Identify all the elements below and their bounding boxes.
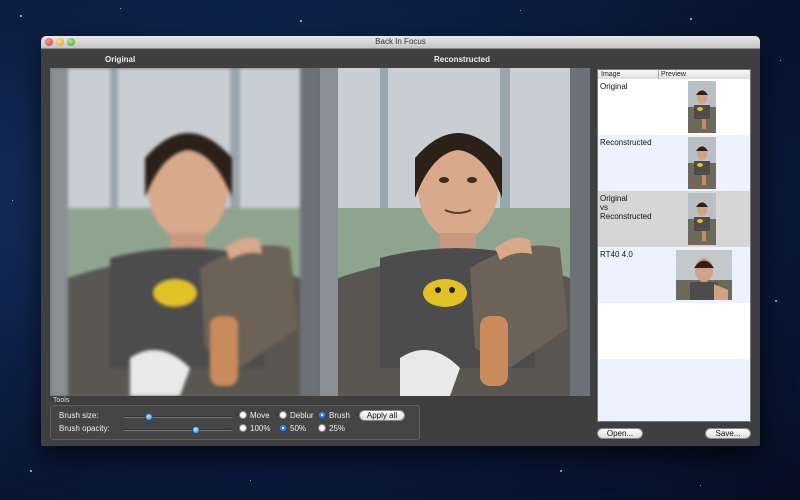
list-item[interactable]: RT40 4.0 bbox=[598, 247, 750, 303]
list-item-selected[interactable]: Original vs Reconstructed bbox=[598, 191, 750, 247]
image-column-header[interactable]: Image bbox=[601, 70, 620, 79]
tools-section-label: Tools bbox=[53, 397, 70, 404]
list-item-label: Original bbox=[600, 82, 628, 91]
reconstructed-photo bbox=[320, 68, 590, 396]
original-panel-title: Original bbox=[105, 55, 136, 64]
brush-size-slider[interactable] bbox=[123, 413, 233, 421]
mode-deblur-radio[interactable] bbox=[279, 411, 287, 419]
preview-thumbnail bbox=[688, 193, 716, 245]
image-list: Image Preview Original Reconstructed Ori… bbox=[597, 69, 751, 422]
reconstructed-panel-title: Reconstructed bbox=[434, 55, 491, 64]
preview-column-header[interactable]: Preview bbox=[658, 70, 686, 79]
mode-move-label: Move bbox=[250, 411, 270, 420]
title-bar: Back In Focus bbox=[41, 36, 760, 49]
list-item-label: Original vs Reconstructed bbox=[600, 194, 652, 221]
window-title: Back In Focus bbox=[375, 37, 426, 46]
brush-opacity-slider[interactable] bbox=[123, 426, 233, 434]
mode-move-radio[interactable] bbox=[239, 411, 247, 419]
brush-size-label: Brush size: bbox=[59, 411, 99, 420]
minimize-window-button[interactable] bbox=[56, 38, 64, 46]
opacity-50-radio[interactable] bbox=[279, 424, 287, 432]
mode-brush-radio[interactable] bbox=[318, 411, 326, 419]
open-button[interactable]: Open... bbox=[597, 428, 643, 439]
original-photo bbox=[50, 68, 320, 396]
opacity-25-label: 25% bbox=[329, 424, 346, 433]
list-empty-row bbox=[598, 303, 750, 359]
preview-thumbnail bbox=[676, 250, 732, 300]
save-button[interactable]: Save... bbox=[705, 428, 751, 439]
mode-brush-label: Brush bbox=[329, 411, 350, 420]
list-item[interactable]: Original bbox=[598, 79, 750, 135]
opacity-50-label: 50% bbox=[290, 424, 307, 433]
brush-opacity-knob[interactable] bbox=[192, 426, 201, 434]
brush-size-knob[interactable] bbox=[145, 413, 154, 421]
apply-all-button[interactable]: Apply all bbox=[359, 410, 405, 421]
preview-thumbnail bbox=[688, 81, 716, 133]
close-window-button[interactable] bbox=[45, 38, 53, 46]
zoom-window-button[interactable] bbox=[67, 38, 75, 46]
list-item[interactable]: Reconstructed bbox=[598, 135, 750, 191]
opacity-100-radio[interactable] bbox=[239, 424, 247, 432]
app-window: Back In Focus Original Reconstructed Too… bbox=[41, 36, 760, 446]
original-image-view[interactable] bbox=[50, 68, 320, 396]
opacity-25-radio[interactable] bbox=[318, 424, 326, 432]
list-item-label: RT40 4.0 bbox=[600, 250, 633, 259]
preview-thumbnail bbox=[688, 137, 716, 189]
tools-panel: Brush size: Brush opacity: Move Deblur B… bbox=[50, 405, 420, 440]
opacity-100-label: 100% bbox=[250, 424, 271, 433]
reconstructed-image-view[interactable] bbox=[320, 68, 590, 396]
brush-opacity-label: Brush opacity: bbox=[59, 424, 110, 433]
mode-deblur-label: Deblur bbox=[290, 411, 314, 420]
list-empty-row bbox=[598, 359, 750, 421]
list-item-label: Reconstructed bbox=[600, 138, 652, 147]
